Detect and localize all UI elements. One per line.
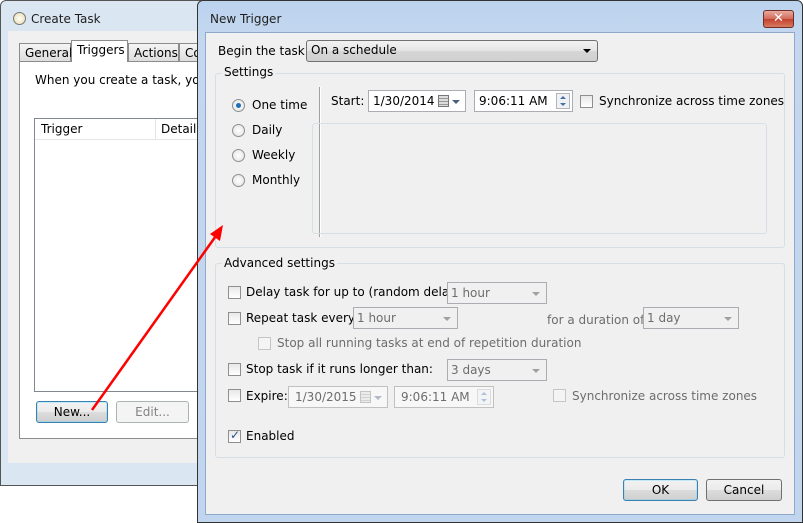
arrowhead-icon: [210, 225, 223, 241]
tab-triggers[interactable]: Triggers: [71, 40, 128, 62]
arrow-line: [90, 232, 220, 411]
annotation-arrow: [90, 225, 223, 411]
